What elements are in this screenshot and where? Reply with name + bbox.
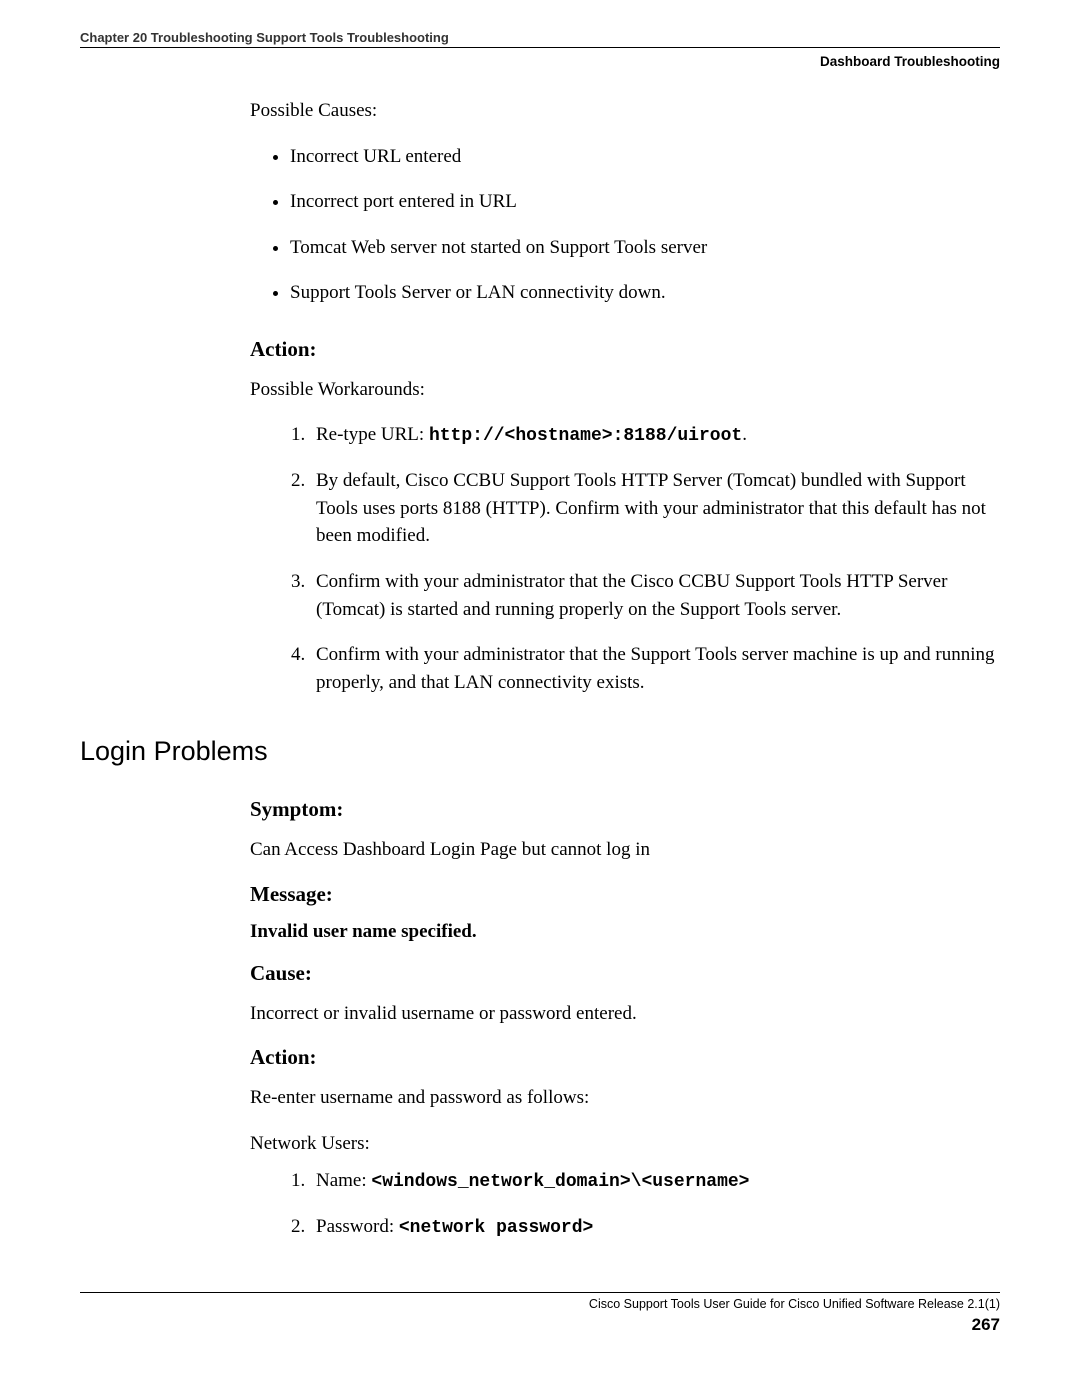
cause-item: Tomcat Web server not started on Support…	[290, 234, 1000, 262]
workaround-item: Re-type URL: http://<hostname>:8188/uiro…	[310, 421, 1000, 449]
page: Chapter 20 Troubleshooting Support Tools…	[0, 0, 1080, 1375]
password-prefix: Password:	[316, 1216, 399, 1237]
network-user-item: Name: <windows_network_domain>\<username…	[310, 1167, 1000, 1195]
symptom-heading: Symptom:	[250, 797, 1000, 822]
workaround-item: Confirm with your administrator that the…	[310, 568, 1000, 623]
header-rule	[80, 47, 1000, 48]
possible-causes-label: Possible Causes:	[250, 97, 1000, 125]
cause-text: Incorrect or invalid username or passwor…	[250, 1000, 1000, 1028]
workaround-text: Re-type URL:	[316, 424, 429, 445]
footer-rule	[80, 1292, 1000, 1293]
body-block-1: Possible Causes: Incorrect URL entered I…	[250, 97, 1000, 696]
cause-item: Support Tools Server or LAN connectivity…	[290, 279, 1000, 307]
workarounds-list: Re-type URL: http://<hostname>:8188/uiro…	[250, 421, 1000, 696]
action-heading-2: Action:	[250, 1045, 1000, 1070]
symptom-text: Can Access Dashboard Login Page but cann…	[250, 836, 1000, 864]
cause-item: Incorrect URL entered	[290, 143, 1000, 171]
cause-heading: Cause:	[250, 961, 1000, 986]
causes-list: Incorrect URL entered Incorrect port ent…	[250, 143, 1000, 307]
action-heading: Action:	[250, 337, 1000, 362]
possible-workarounds-label: Possible Workarounds:	[250, 376, 1000, 404]
message-heading: Message:	[250, 882, 1000, 907]
network-users-list: Name: <windows_network_domain>\<username…	[250, 1167, 1000, 1241]
workaround-item: By default, Cisco CCBU Support Tools HTT…	[310, 467, 1000, 550]
cause-item: Incorrect port entered in URL	[290, 188, 1000, 216]
footer-doc-title: Cisco Support Tools User Guide for Cisco…	[80, 1297, 1000, 1311]
name-code: <windows_network_domain>\<username>	[371, 1172, 749, 1192]
section-title-login-problems: Login Problems	[80, 736, 1000, 767]
workaround-item: Confirm with your administrator that the…	[310, 641, 1000, 696]
name-prefix: Name:	[316, 1170, 371, 1191]
message-text: Invalid user name specified.	[250, 921, 1000, 943]
network-user-item: Password: <network password>	[310, 1213, 1000, 1241]
page-number: 267	[80, 1315, 1000, 1335]
running-header-left: Chapter 20 Troubleshooting Support Tools…	[80, 30, 1000, 45]
password-code: <network password>	[399, 1218, 593, 1238]
action-text: Re-enter username and password as follow…	[250, 1084, 1000, 1112]
workaround-suffix: .	[742, 424, 747, 445]
body-block-2: Symptom: Can Access Dashboard Login Page…	[250, 797, 1000, 1241]
running-header-right: Dashboard Troubleshooting	[80, 54, 1000, 69]
network-users-label: Network Users:	[250, 1130, 1000, 1158]
url-code: http://<hostname>:8188/uiroot	[429, 426, 742, 446]
